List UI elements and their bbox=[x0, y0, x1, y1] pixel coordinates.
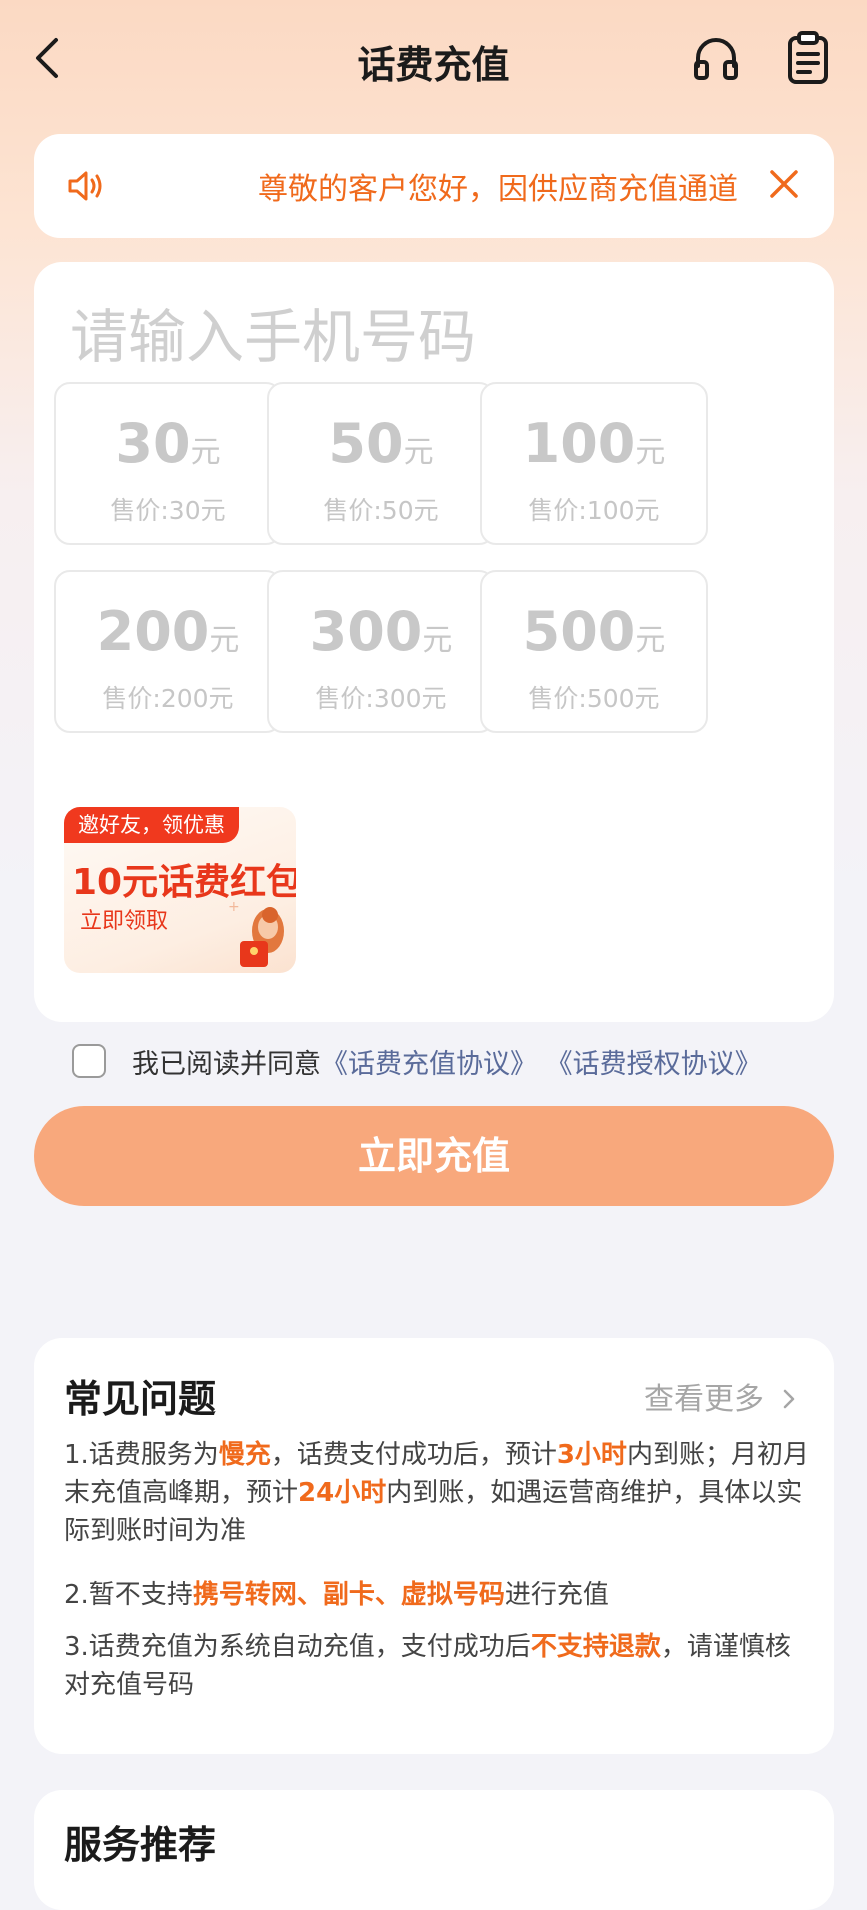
customer-service-button[interactable] bbox=[690, 32, 742, 84]
recharge-now-button[interactable]: 立即充值 bbox=[34, 1106, 834, 1206]
promo-tag: 邀好友，领优惠 bbox=[64, 807, 239, 843]
sale-price: 售价:500元 bbox=[528, 684, 660, 713]
headset-icon bbox=[694, 38, 738, 80]
amount-value: 300元 bbox=[309, 600, 453, 663]
amount-option-50[interactable]: 50元 售价:50元 bbox=[267, 382, 495, 545]
faq-more-link[interactable]: 查看更多 bbox=[644, 1374, 798, 1418]
sale-price: 售价:30元 bbox=[110, 496, 226, 525]
speaker-icon bbox=[66, 168, 106, 204]
top-bar: 话费充值 bbox=[0, 0, 867, 120]
recharge-card: 30元 售价:30元 50元 售价:50元 100元 售价:100元 200元 … bbox=[34, 262, 834, 1022]
phone-number-input[interactable] bbox=[70, 302, 770, 372]
amount-option-500[interactable]: 500元 售价:500元 bbox=[480, 570, 708, 733]
notice-text: 尊敬的客户您好，因供应商充值通道 bbox=[258, 172, 738, 207]
amount-value: 500元 bbox=[522, 600, 666, 663]
red-packet-promo[interactable]: 邀好友，领优惠 10元话费红包 立即领取 + bbox=[64, 807, 296, 973]
promo-claim-link[interactable]: 立即领取 bbox=[80, 903, 168, 935]
sale-price: 售价:100元 bbox=[528, 496, 660, 525]
agreement-text: 我已阅读并同意《话费充值协议》 《话费授权协议》 bbox=[132, 1042, 762, 1081]
faq-item-1: 1.话费服务为慢充，话费支付成功后，预计3小时内到账；月初月末充值高峰期，预计2… bbox=[64, 1440, 809, 1546]
amount-option-30[interactable]: 30元 售价:30元 bbox=[54, 382, 282, 545]
faq-title: 常见问题 bbox=[64, 1377, 217, 1421]
chevron-right-icon bbox=[783, 1389, 794, 1409]
amount-value: 30元 bbox=[115, 412, 221, 475]
sale-price: 售价:300元 bbox=[315, 684, 447, 713]
sale-price: 售价:50元 bbox=[323, 496, 439, 525]
amount-value: 50元 bbox=[328, 412, 434, 475]
amount-option-100[interactable]: 100元 售价:100元 bbox=[480, 382, 708, 545]
service-recommendation-card: 服务推荐 bbox=[34, 1790, 834, 1910]
faq-item-3: 3.话费充值为系统自动充值，支付成功后不支持退款，请谨慎核对充值号码 bbox=[64, 1632, 791, 1700]
orders-button[interactable] bbox=[782, 30, 834, 86]
faq-card: 常见问题 查看更多 1.话费服务为慢充，话费支付成功后，预计3小时内到账；月初月… bbox=[34, 1338, 834, 1754]
faq-item-2: 2.暂不支持携号转网、副卡、虚拟号码进行充值 bbox=[64, 1580, 609, 1610]
amount-value: 200元 bbox=[96, 600, 240, 663]
services-title: 服务推荐 bbox=[64, 1823, 217, 1867]
svg-text:+: + bbox=[228, 899, 240, 915]
recharge-agreement-link[interactable]: 《话费充值协议》 bbox=[321, 1049, 537, 1080]
clipboard-icon bbox=[788, 31, 828, 84]
faq-more-label: 查看更多 bbox=[644, 1382, 764, 1417]
amount-value: 100元 bbox=[522, 412, 666, 475]
notice-close-button[interactable] bbox=[764, 164, 804, 204]
mascot-red-packet-icon: + bbox=[214, 891, 296, 973]
authorization-agreement-link[interactable]: 《话费授权协议》 bbox=[546, 1049, 762, 1080]
close-icon bbox=[770, 170, 798, 198]
notice-bar: 尊敬的客户您好，因供应商充值通道 bbox=[34, 134, 834, 238]
agreement-checkbox[interactable] bbox=[72, 1044, 106, 1078]
sale-price: 售价:200元 bbox=[102, 684, 234, 713]
amount-option-200[interactable]: 200元 售价:200元 bbox=[54, 570, 282, 733]
amount-option-300[interactable]: 300元 售价:300元 bbox=[267, 570, 495, 733]
agreement-label: 我已阅读并同意 bbox=[132, 1049, 321, 1080]
